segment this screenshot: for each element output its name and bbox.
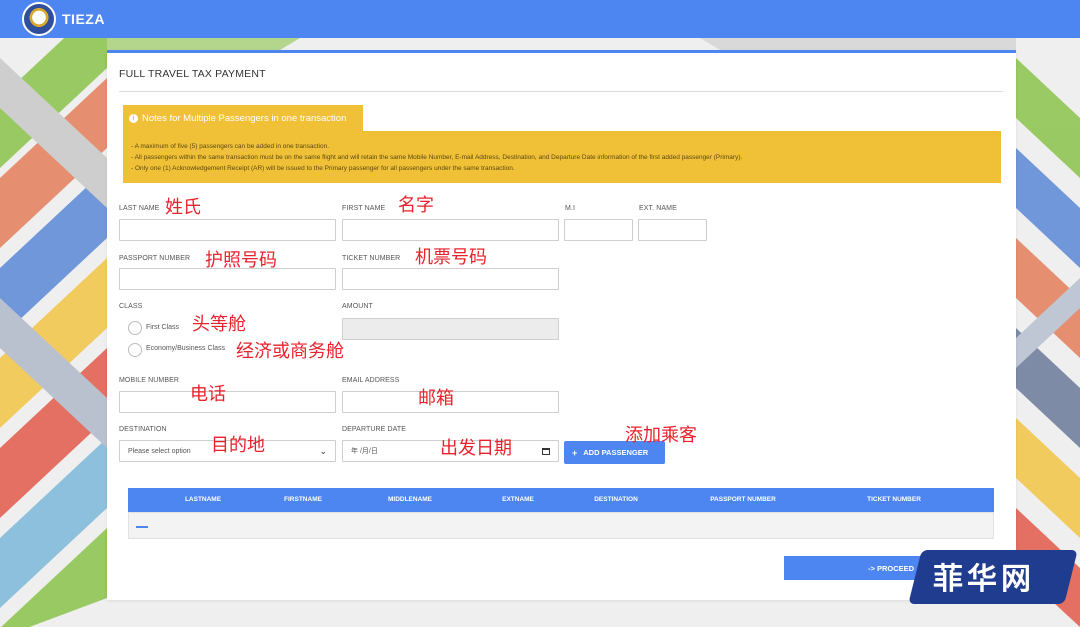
mi-label: M.I bbox=[565, 205, 576, 212]
passport-label: PASSPORT NUMBER bbox=[119, 255, 191, 262]
annotation-economy: 经济或商务舱 bbox=[236, 341, 344, 362]
ticket-label: TICKET NUMBER bbox=[342, 255, 401, 262]
departure-value: 年 /月/日 bbox=[351, 448, 378, 455]
first-name-label: FIRST NAME bbox=[342, 205, 386, 212]
col-passport-number: PASSPORT NUMBER bbox=[710, 496, 776, 503]
mobile-input[interactable] bbox=[119, 391, 336, 413]
annotation-first-name: 名字 bbox=[398, 195, 434, 216]
amount-label: AMOUNT bbox=[342, 303, 373, 310]
ext-name-label: EXT. NAME bbox=[639, 205, 677, 212]
annotation-last-name: 姓氏 bbox=[165, 197, 201, 218]
title-divider bbox=[119, 91, 1003, 92]
notes-heading: i Notes for Multiple Passengers in one t… bbox=[123, 105, 363, 131]
col-middlename: MIDDLENAME bbox=[387, 496, 433, 503]
chevron-down-icon: ⌄ bbox=[319, 445, 327, 456]
col-extname: EXTNAME bbox=[502, 496, 534, 503]
add-passenger-label: ADD PASSENGER bbox=[583, 448, 649, 457]
economy-class-label: Economy/Business Class bbox=[146, 345, 225, 352]
note-line: - All passengers within the same transac… bbox=[131, 154, 743, 161]
plus-icon: + bbox=[572, 447, 578, 458]
first-name-input[interactable] bbox=[342, 219, 559, 241]
info-icon: i bbox=[129, 113, 138, 123]
email-label: EMAIL ADDRESS bbox=[342, 377, 400, 384]
annotation-add-passenger: 添加乘客 bbox=[625, 425, 697, 446]
empty-row-indicator bbox=[136, 526, 148, 528]
notes-heading-text: Notes for Multiple Passengers in one tra… bbox=[142, 112, 347, 124]
annotation-passport: 护照号码 bbox=[205, 250, 277, 271]
mi-input[interactable] bbox=[564, 219, 633, 241]
watermark-text: 菲华网 bbox=[933, 562, 1035, 597]
notes-body: - A maximum of five (5) passengers can b… bbox=[123, 131, 1001, 183]
annotation-first-class: 头等舱 bbox=[192, 314, 246, 335]
mobile-label: MOBILE NUMBER bbox=[119, 377, 180, 384]
departure-label: DEPARTURE DATE bbox=[342, 426, 407, 433]
top-navbar: TIEZA bbox=[0, 0, 1080, 38]
amount-input bbox=[342, 318, 559, 340]
last-name-label: LAST NAME bbox=[119, 205, 160, 212]
annotation-departure: 出发日期 bbox=[440, 438, 512, 459]
ticket-input[interactable] bbox=[342, 268, 559, 290]
calendar-icon[interactable] bbox=[542, 447, 550, 455]
annotation-mobile: 电话 bbox=[190, 384, 226, 405]
brand-name[interactable]: TIEZA bbox=[62, 11, 105, 27]
col-firstname: FIRSTNAME bbox=[284, 496, 322, 503]
col-destination: DESTINATION bbox=[594, 496, 638, 503]
annotation-destination: 目的地 bbox=[211, 435, 265, 456]
ext-name-input[interactable] bbox=[638, 219, 707, 241]
passenger-table-header: LASTNAME FIRSTNAME MIDDLENAME EXTNAME DE… bbox=[128, 488, 994, 512]
annotation-email: 邮箱 bbox=[418, 388, 454, 409]
page-title: FULL TRAVEL TAX PAYMENT bbox=[119, 68, 266, 80]
note-line: - Only one (1) Acknowledgement Receipt (… bbox=[131, 165, 515, 172]
annotation-ticket: 机票号码 bbox=[415, 247, 487, 268]
economy-class-radio[interactable] bbox=[128, 343, 142, 357]
passenger-table-body bbox=[128, 512, 994, 539]
last-name-input[interactable] bbox=[119, 219, 336, 241]
destination-label: DESTINATION bbox=[119, 426, 167, 433]
first-class-label: First Class bbox=[146, 324, 180, 331]
col-lastname: LASTNAME bbox=[184, 496, 222, 503]
first-class-radio[interactable] bbox=[128, 321, 142, 335]
watermark-logo: 菲华网 bbox=[908, 546, 1078, 610]
tieza-logo[interactable] bbox=[22, 2, 56, 36]
destination-value: Please select option bbox=[128, 447, 191, 455]
class-label: CLASS bbox=[119, 303, 143, 310]
col-ticket-number: TICKET NUMBER bbox=[867, 496, 921, 503]
note-line: - A maximum of five (5) passengers can b… bbox=[131, 143, 329, 150]
